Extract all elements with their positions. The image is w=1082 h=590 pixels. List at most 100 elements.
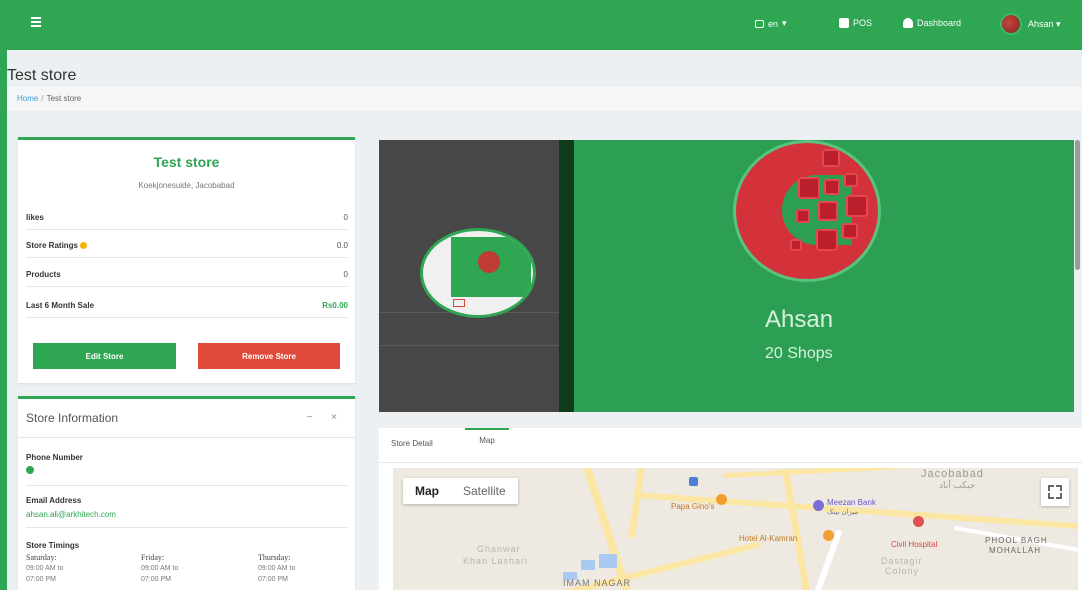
timing-to: 07:00 PM: [141, 576, 171, 583]
map-area-label: Dastagir: [881, 556, 923, 566]
divider: [26, 485, 348, 486]
timing-from: 09:00 AM to: [141, 565, 179, 572]
timing-from: 09:00 AM to: [26, 565, 64, 572]
map-city-label-urdu: جیکب آباد: [939, 480, 976, 490]
banner-store-owner: Ahsan: [765, 306, 834, 333]
store-information-card: Store Information − × Phone Number Email…: [18, 396, 355, 590]
fullscreen-icon: [1056, 485, 1062, 491]
logo-square: [824, 179, 840, 195]
breadcrumb-home[interactable]: Home: [17, 94, 38, 103]
top-navbar: en ▾ POS Dashboard Ahsan ▾: [7, 0, 1082, 50]
pos-link[interactable]: POS: [839, 18, 872, 28]
language-label: en: [768, 18, 779, 29]
fullscreen-button[interactable]: [1041, 478, 1069, 506]
avatar[interactable]: [1000, 13, 1022, 35]
thumbnail-box: [453, 299, 465, 307]
timing-from: 09:00 AM to: [258, 565, 296, 572]
email-value[interactable]: ahsan.ali@arkhitech.com: [26, 510, 116, 519]
map-type-map[interactable]: Map: [403, 484, 451, 498]
timings-label: Store Timings: [26, 541, 80, 550]
map-place-label: Meezan Bank: [827, 498, 876, 507]
logo-square: [790, 239, 802, 251]
remove-store-button[interactable]: Remove Store: [198, 343, 340, 369]
stat-value: Rs0.00: [322, 301, 348, 310]
tab-store-detail[interactable]: Store Detail: [391, 439, 433, 448]
stat-label: Last 6 Month Sale: [26, 301, 95, 310]
store-address: Koekjonesuide, Jacobabad: [138, 181, 235, 190]
page-title: Test store: [7, 67, 77, 84]
caret-down-icon: ▾: [1056, 19, 1061, 29]
logo-square: [818, 201, 838, 221]
map-road: [628, 468, 645, 539]
hotel-pin-icon[interactable]: [823, 530, 834, 541]
hospital-pin-icon[interactable]: [913, 516, 924, 527]
phone-label: Phone Number: [26, 453, 83, 462]
timing-to: 07:00 PM: [258, 576, 288, 583]
map-area-label: PHOOL BAGH: [985, 536, 1048, 545]
dashboard-link[interactable]: Dashboard: [903, 18, 961, 28]
tab-map[interactable]: Map: [465, 428, 509, 445]
breadcrumb: Home / Test store: [17, 94, 81, 103]
email-label: Email Address: [26, 496, 82, 505]
pos-label: POS: [853, 18, 873, 28]
pos-icon: [839, 18, 849, 28]
map-city-label: Jacobabad: [921, 468, 984, 480]
transit-icon: [689, 477, 698, 486]
card-tools[interactable]: − ×: [307, 412, 345, 423]
menu-icon[interactable]: [31, 17, 41, 27]
restaurant-pin-icon[interactable]: [716, 494, 727, 505]
user-menu[interactable]: Ahsan ▾: [1028, 19, 1061, 30]
map-road: [781, 468, 812, 590]
logo-square: [796, 209, 810, 223]
timing-day: Saturday:: [26, 553, 57, 562]
stat-value: 0: [343, 213, 348, 222]
map-road: [583, 468, 631, 590]
map-place-label: میزان بینک: [827, 509, 859, 516]
star-icon: [80, 242, 88, 250]
stat-value: 0.0: [336, 241, 348, 250]
user-name-label: Ahsan: [1028, 19, 1054, 29]
phone-icon: [26, 466, 34, 474]
flag-icon: [755, 19, 764, 28]
stat-row-likes: likes 0: [26, 202, 348, 230]
stat-value: 0: [343, 270, 348, 279]
store-logo: [733, 140, 881, 282]
map-area-label: IMAM NAGAR: [563, 578, 632, 588]
language-dropdown[interactable]: en ▾: [755, 18, 787, 29]
store-map[interactable]: Jacobabad جیکب آباد Papa Gino's Meezan B…: [393, 468, 1078, 590]
fullscreen-icon: [1048, 493, 1054, 499]
fullscreen-icon: [1056, 493, 1062, 499]
timing-day: Friday:: [141, 553, 165, 562]
scrollbar[interactable]: [1075, 140, 1080, 270]
thumbnail-logo: [478, 251, 500, 273]
map-type-satellite[interactable]: Satellite: [451, 484, 518, 498]
store-name: Test store: [153, 154, 220, 170]
logo-square: [846, 195, 868, 217]
banner-shop-count: 20 Shops: [765, 345, 833, 362]
map-place-label: Hotel Al-Kamran: [739, 534, 798, 543]
map-area-label: Khan Lashari: [463, 556, 529, 566]
breadcrumb-separator: /: [41, 94, 44, 103]
stat-label: likes: [26, 213, 44, 222]
bank-pin-icon[interactable]: [813, 500, 824, 511]
map-road: [723, 468, 923, 479]
breadcrumb-current: Test store: [46, 94, 82, 103]
breadcrumb-bar: Home / Test store: [7, 87, 1082, 111]
stat-row-products: Products 0: [26, 259, 348, 287]
edit-store-button[interactable]: Edit Store: [33, 343, 176, 369]
stat-label-wrap: Store Ratings: [26, 241, 88, 250]
timing-day: Thursday:: [258, 553, 291, 562]
store-information-title: Store Information: [26, 411, 119, 425]
store-tabs-panel: Store Detail Map Jacobabad جیکب آباد Pap…: [379, 428, 1082, 590]
map-place-label: Papa Gino's: [671, 502, 715, 511]
stat-label: Store Ratings: [26, 241, 79, 250]
timing-to: 07:00 PM: [26, 576, 56, 583]
stat-row-sales: Last 6 Month Sale Rs0.00: [26, 290, 348, 318]
logo-square: [822, 149, 840, 167]
map-water: [581, 560, 595, 570]
caret-down-icon: ▾: [782, 18, 787, 28]
divider: [379, 345, 559, 346]
banner-thumbnail: [420, 228, 536, 318]
store-summary-card: Test store Koekjonesuide, Jacobabad like…: [18, 137, 355, 383]
map-area-label: Ghanwar: [477, 544, 521, 554]
